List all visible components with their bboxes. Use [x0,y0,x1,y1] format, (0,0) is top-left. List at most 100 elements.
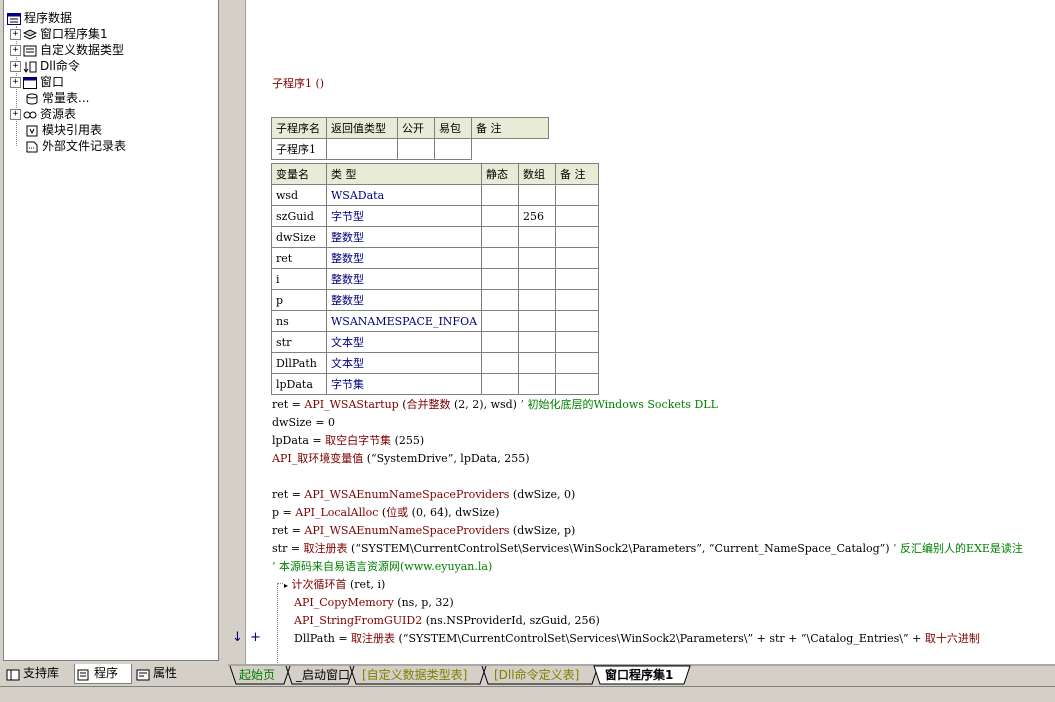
var-array[interactable]: 256 [518,205,557,227]
code-editor[interactable]: ↓ + 子程序1 () 子程序名 返回值类型 公开 易包 备 注 子程序1 变量… [228,0,1055,664]
tree-item-window[interactable]: + 窗口 [10,74,64,90]
var-array[interactable] [518,352,557,374]
tree-item-module[interactable]: 模块引用表 [25,122,102,138]
var-name[interactable]: szGuid [271,205,327,227]
code-line[interactable]: ret = API_WSAStartup (合并整数 (2, 2), wsd) … [272,397,718,413]
var-static[interactable] [481,205,520,227]
add-icon[interactable]: + [250,630,261,645]
var-array[interactable] [518,184,557,206]
tree-item-datatype[interactable]: + 自定义数据类型 [10,42,124,58]
var-static[interactable] [481,184,520,206]
var-type[interactable]: 整数型 [325,247,483,269]
expand-icon[interactable]: + [10,29,21,40]
var-name[interactable]: dwSize [271,226,327,248]
var-array[interactable] [518,226,557,248]
var-name[interactable]: wsd [271,184,327,206]
var-name[interactable]: ns [271,310,327,332]
var-note[interactable] [555,352,600,374]
project-tree[interactable]: 程序数据 + 窗口程序集1 + 自定义数据类型 + Dll命令 + 窗口 常量表... … [3,0,219,661]
tab-dll-table[interactable]: [Dll命令定义表] [494,666,579,684]
tree-item-constant[interactable]: 常量表... [25,90,89,106]
var-name[interactable]: DllPath [271,352,327,374]
var-array[interactable] [518,310,557,332]
tab-start-page[interactable]: 起始页 [239,666,275,684]
code-area[interactable]: + 子程序1 () 子程序名 返回值类型 公开 易包 备 注 子程序1 变量名 … [246,0,1055,664]
tab-program[interactable]: 程序 [74,664,132,684]
var-static[interactable] [481,247,520,269]
var-type[interactable]: 整数型 [325,289,483,311]
var-name[interactable]: i [271,268,327,290]
var-note[interactable] [555,205,600,227]
var-array[interactable] [518,247,557,269]
var-note[interactable] [555,331,600,353]
table-row[interactable]: szGuid 字节型 256 [271,205,600,227]
table-row[interactable]: wsd WSAData [271,184,600,206]
code-line[interactable]: API_CopyMemory (ns, p, 32) [294,595,454,611]
cell[interactable] [434,138,472,160]
var-note[interactable] [555,226,600,248]
code-line[interactable]: ▸ 计次循环首 (ret, i) [284,577,385,593]
code-line[interactable]: dwSize = 0 [272,415,335,431]
code-comment-line[interactable]: ’ 本源码来自易语言资源网(www.eyuyan.la) [272,559,492,575]
var-array[interactable] [518,268,557,290]
code-line[interactable]: API_StringFromGUID2 (ns.NSProviderId, sz… [294,613,600,629]
tab-datatype-table[interactable]: [自定义数据类型表] [362,666,467,684]
cell[interactable] [471,138,549,160]
var-static[interactable] [481,331,520,353]
tab-assembly[interactable]: 窗口程序集1 [605,666,673,684]
var-type[interactable]: WSANAMESPACE_INFOA [325,310,483,332]
table-row[interactable]: dwSize 整数型 [271,226,600,248]
table-row[interactable]: i 整数型 [271,268,600,290]
var-type[interactable]: 文本型 [325,331,483,353]
var-name[interactable]: lpData [271,373,327,395]
code-line[interactable]: lpData = 取空白字节集 (255) [272,433,424,449]
table-row[interactable]: DllPath 文本型 [271,352,600,374]
tree-item-resource[interactable]: + 资源表 [10,106,76,122]
var-name[interactable]: str [271,331,327,353]
expand-icon[interactable]: + [10,61,21,72]
code-line[interactable]: API_取环境变量值 (“SystemDrive”, lpData, 255) [272,451,530,467]
tab-startup-window[interactable]: _启动窗口 [296,666,350,684]
var-name[interactable]: p [271,289,327,311]
tree-item-assembly[interactable]: + 窗口程序集1 [10,26,108,42]
code-line[interactable]: ret = API_WSAEnumNameSpaceProviders (dwS… [272,523,575,539]
var-note[interactable] [555,247,600,269]
arrow-down-icon[interactable]: ↓ [232,630,243,645]
var-name[interactable]: ret [271,247,327,269]
var-static[interactable] [481,226,520,248]
var-type[interactable]: 字节集 [325,373,483,395]
expand-icon[interactable]: + [10,45,21,56]
var-static[interactable] [481,373,520,395]
var-static[interactable] [481,352,520,374]
code-line[interactable]: DllPath = 取注册表 (“SYSTEM\CurrentControlSe… [294,631,980,647]
var-type[interactable]: WSAData [325,184,483,206]
tab-library[interactable]: 支持库 [4,664,72,683]
var-array[interactable] [518,289,557,311]
var-type[interactable]: 文本型 [325,352,483,374]
table-row[interactable]: lpData 字节集 [271,373,600,395]
var-array[interactable] [518,373,557,395]
var-note[interactable] [555,310,600,332]
table-row[interactable]: p 整数型 [271,289,600,311]
cell[interactable] [397,138,435,160]
tree-item-dll[interactable]: + Dll命令 [10,58,80,74]
var-type[interactable]: 整数型 [325,226,483,248]
cell[interactable]: 子程序1 [271,138,327,160]
tab-property[interactable]: 属性 [134,664,196,683]
var-note[interactable] [555,268,600,290]
var-type[interactable]: 整数型 [325,268,483,290]
expand-icon[interactable]: + [10,77,21,88]
var-note[interactable] [555,373,600,395]
var-static[interactable] [481,310,520,332]
cell[interactable] [326,138,398,160]
code-line[interactable]: ret = API_WSAEnumNameSpaceProviders (dwS… [272,487,575,503]
var-static[interactable] [481,268,520,290]
table-row[interactable]: str 文本型 [271,331,600,353]
table-row[interactable]: ret 整数型 [271,247,600,269]
var-note[interactable] [555,289,600,311]
tree-root[interactable]: 程序数据 [7,10,72,26]
code-line[interactable]: p = API_LocalAlloc (位或 (0, 64), dwSize) [272,505,499,521]
expand-icon[interactable]: + [10,109,21,120]
var-note[interactable] [555,184,600,206]
code-line[interactable]: str = 取注册表 (“SYSTEM\CurrentControlSet\Se… [272,541,1023,557]
